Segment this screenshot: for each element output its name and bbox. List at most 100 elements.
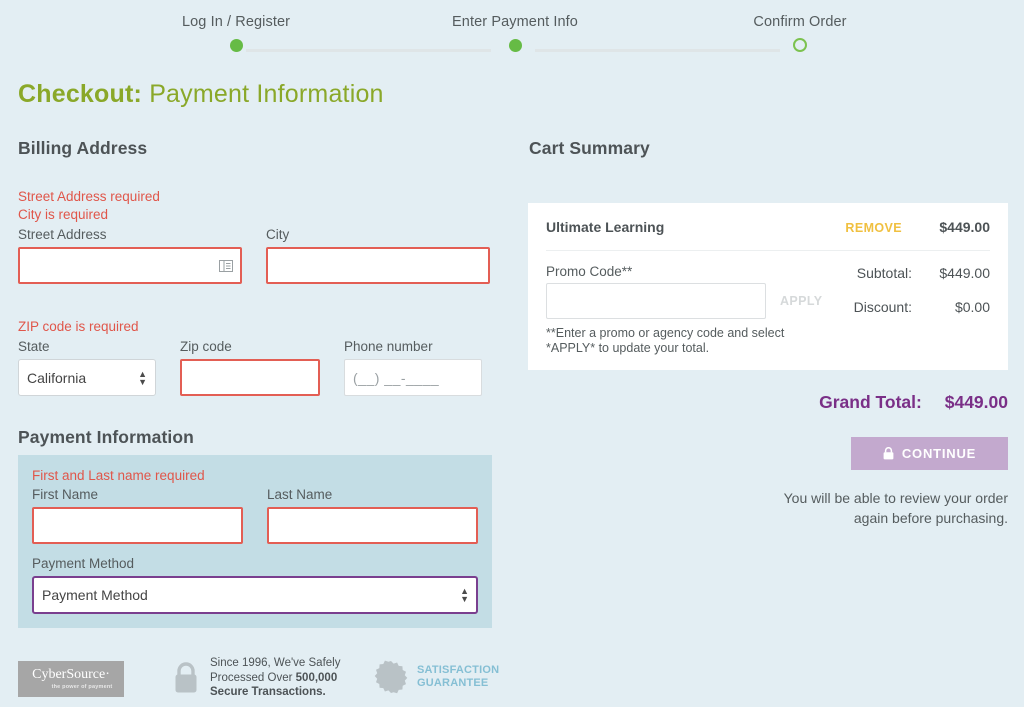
cybersource-tagline: the power of payment <box>51 684 113 690</box>
payment-method-select[interactable]: Payment Method <box>32 576 478 614</box>
subtotal-label: Subtotal: <box>856 265 912 281</box>
billing-address-fields: Street Address required City is required… <box>18 188 498 284</box>
page-title-suffix: Payment Information <box>149 80 384 108</box>
page-title: Checkout: Payment Information <box>18 80 384 109</box>
discount-label: Discount: <box>853 299 912 315</box>
cybersource-name: CyberSource· <box>32 667 110 682</box>
state-zip-phone-row: State California ▲ ▼ Zip code Phone numbe… <box>18 338 498 396</box>
zip-code-input[interactable] <box>180 359 320 396</box>
stepper-step-login-label: Log In / Register <box>181 14 291 30</box>
last-name-input-wrap <box>267 507 478 544</box>
promo-note-line-1: **Enter a promo or agency code and selec… <box>546 326 785 340</box>
first-name-label: First Name <box>32 487 99 502</box>
city-input-wrap <box>266 247 490 284</box>
promo-code-group: Promo Code** APPLY **Enter a promo or ag… <box>546 264 823 356</box>
guarantee-line-1: SATISFACTION <box>417 664 500 676</box>
zip-code-group: Zip code <box>180 338 320 396</box>
stepper-step-payment[interactable]: Enter Payment Info <box>415 14 615 53</box>
promo-note: **Enter a promo or agency code and selec… <box>546 326 823 356</box>
cart-lower-section: Promo Code** APPLY **Enter a promo or ag… <box>546 251 990 356</box>
review-note: You will be able to review your order ag… <box>608 488 1008 528</box>
stepper-step-confirm[interactable]: Confirm Order <box>700 14 900 53</box>
lock-icon <box>883 447 894 460</box>
continue-button-label: CONTINUE <box>901 446 977 461</box>
last-name-group: Last Name <box>267 486 478 544</box>
city-error: City is required <box>18 207 109 222</box>
secure-line-2: Processed Over 500,000 <box>210 671 340 686</box>
stepper-dot-incomplete-icon <box>793 38 807 52</box>
city-input[interactable] <box>266 247 490 284</box>
city-label: City <box>266 227 290 242</box>
review-note-line-2: again before purchasing. <box>853 510 1008 526</box>
stepper-step-payment-label: Enter Payment Info <box>452 14 578 30</box>
last-name-label: Last Name <box>267 487 333 502</box>
trust-badges-footer: CyberSource· the power of payment Since … <box>0 652 1024 707</box>
phone-number-label: Phone number <box>344 339 433 354</box>
first-name-input[interactable] <box>32 507 243 544</box>
stepper-step-confirm-dot-wrap <box>700 37 900 53</box>
promo-code-label: Promo Code** <box>546 264 633 279</box>
checkout-progress-stepper: Log In / Register Enter Payment Info Con… <box>0 14 1024 64</box>
secure-line-2-prefix: Processed Over <box>210 671 296 684</box>
state-group: State California ▲ ▼ <box>18 338 156 396</box>
grand-total-row: Grand Total: $449.00 <box>528 392 1008 413</box>
discount-value: $0.00 <box>954 299 990 315</box>
promo-code-row: APPLY <box>546 283 823 319</box>
state-zip-phone-fields: ZIP code is required State California ▲ ▼… <box>18 318 498 396</box>
street-address-input-wrap <box>18 247 242 284</box>
guarantee-line-2: GUARANTEE <box>417 677 489 689</box>
cart-item-name: Ultimate Learning <box>546 219 665 235</box>
satisfaction-guarantee-text: SATISFACTION GUARANTEE <box>417 664 499 690</box>
secure-line-3-text: Secure Transactions. <box>210 686 326 698</box>
stepper-step-confirm-label: Confirm Order <box>753 14 847 30</box>
zip-code-label: Zip code <box>180 339 232 354</box>
subtotal-row: Subtotal: $449.00 <box>823 265 990 281</box>
stepper-dot-current-icon <box>508 38 522 52</box>
payment-information-panel: First and Last name required First Name … <box>18 455 492 628</box>
continue-button[interactable]: CONTINUE <box>851 437 1008 470</box>
cart-totals: Subtotal: $449.00 Discount: $0.00 <box>823 264 990 356</box>
street-address-label: Street Address <box>18 227 107 242</box>
city-group: City <box>266 226 490 284</box>
payment-method-select-wrap: Payment Method ▲ ▼ <box>32 576 478 614</box>
subtotal-value: $449.00 <box>939 265 990 281</box>
cart-summary-heading: Cart Summary <box>529 138 650 158</box>
guarantee-seal-icon <box>374 660 408 694</box>
page-title-prefix: Checkout: <box>18 80 143 108</box>
name-error: First and Last name required <box>32 468 205 483</box>
last-name-input[interactable] <box>267 507 478 544</box>
state-label: State <box>18 339 50 354</box>
cybersource-badge: CyberSource· the power of payment <box>18 661 124 697</box>
payment-method-label: Payment Method <box>32 556 135 571</box>
street-address-input[interactable] <box>18 247 242 284</box>
cart-item-row: Ultimate Learning REMOVE $449.00 <box>546 219 990 251</box>
state-select-wrap: California ▲ ▼ <box>18 359 156 396</box>
padlock-icon <box>175 662 197 693</box>
stepper-step-login[interactable]: Log In / Register <box>136 14 336 53</box>
secure-line-3: Secure Transactions. <box>210 685 340 700</box>
phone-number-group: Phone number <box>344 338 482 396</box>
apply-promo-button[interactable]: APPLY <box>780 294 823 308</box>
remove-item-link[interactable]: REMOVE <box>845 221 902 235</box>
phone-number-input-wrap <box>344 359 482 396</box>
cart-summary-card: Ultimate Learning REMOVE $449.00 Promo C… <box>528 203 1008 370</box>
payment-information-heading: Payment Information <box>18 427 194 447</box>
review-note-line-1: You will be able to review your order <box>783 490 1008 506</box>
billing-address-heading: Billing Address <box>18 138 148 158</box>
secure-line-1: Since 1996, We've Safely <box>210 657 341 669</box>
stepper-dot-complete-icon <box>229 38 243 52</box>
cart-item-price: $449.00 <box>939 219 990 235</box>
phone-number-input[interactable] <box>344 359 482 396</box>
zip-code-input-wrap <box>180 359 320 396</box>
promo-code-input[interactable] <box>546 283 766 319</box>
grand-total-label: Grand Total: <box>819 392 922 412</box>
satisfaction-guarantee-badge: SATISFACTION GUARANTEE <box>374 660 499 694</box>
first-name-group: First Name <box>32 486 243 544</box>
secure-transactions-text: Since 1996, We've Safely Processed Over … <box>210 656 340 700</box>
street-address-group: Street Address <box>18 226 242 284</box>
street-address-error: Street Address required <box>18 189 160 204</box>
secure-transactions-badge: Since 1996, We've Safely Processed Over … <box>172 656 340 700</box>
state-select[interactable]: California <box>18 359 156 396</box>
name-row: First Name Last Name <box>32 486 478 544</box>
first-name-input-wrap <box>32 507 243 544</box>
